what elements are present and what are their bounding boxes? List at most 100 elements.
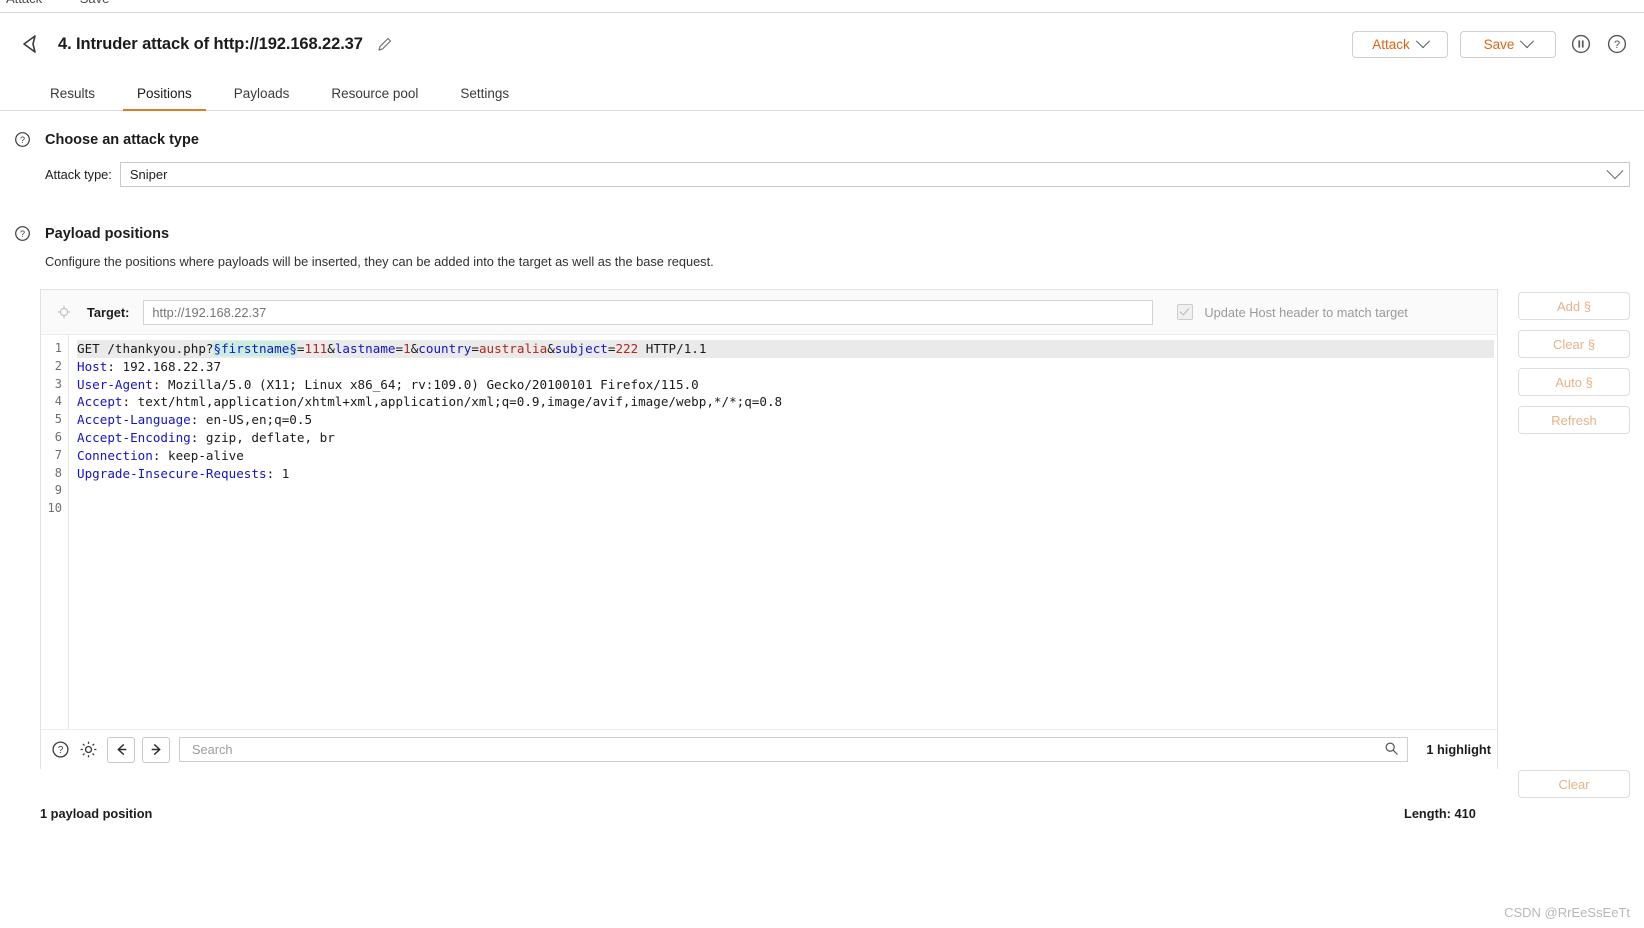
search-previous-button[interactable] bbox=[107, 736, 135, 763]
chevron-down-icon bbox=[1606, 161, 1624, 179]
code-line: GET /thankyou.php?§firstname§ = 111&lastna… bbox=[77, 340, 1494, 358]
pause-circle-icon[interactable] bbox=[1570, 33, 1592, 55]
update-host-header-label: Update Host header to match target bbox=[1204, 304, 1408, 320]
attack-button[interactable]: Attack bbox=[1352, 30, 1448, 58]
pencil-icon[interactable] bbox=[376, 36, 393, 53]
footer-row: 1 payload position Length: 410 bbox=[0, 798, 1644, 821]
chevron-down-icon bbox=[1520, 34, 1535, 49]
help-circle-icon[interactable]: ? bbox=[1606, 33, 1628, 55]
help-circle-icon[interactable]: ? bbox=[14, 131, 31, 148]
line-number: 2 bbox=[54, 358, 62, 373]
code-text: = bbox=[471, 341, 479, 356]
add-section-button[interactable]: Add § bbox=[1518, 292, 1630, 320]
tab-resource-pool[interactable]: Resource pool bbox=[317, 86, 432, 110]
tab-settings[interactable]: Settings bbox=[446, 86, 523, 110]
http-header-name: Accept-Language bbox=[77, 412, 191, 428]
refresh-button[interactable]: Refresh bbox=[1518, 406, 1630, 434]
http-header-name: Host bbox=[77, 358, 108, 374]
search-next-button[interactable] bbox=[142, 736, 170, 763]
attack-type-section-header: ? Choose an attack type bbox=[0, 111, 1644, 148]
page-title: 4. Intruder attack of http://192.168.22.… bbox=[58, 34, 363, 53]
code-line: Host: 192.168.22.37 bbox=[77, 358, 1497, 376]
attack-type-row: Attack type: Sniper bbox=[0, 148, 1644, 187]
code-line: Accept-Encoding: gzip, deflate, br bbox=[77, 429, 1497, 447]
line-number: 4 bbox=[54, 394, 62, 409]
attack-type-heading: Choose an attack type bbox=[45, 131, 199, 148]
http-header-name: subject bbox=[554, 341, 608, 356]
code-text: : text/html,application/xhtml+xml,applic… bbox=[122, 394, 783, 410]
editor-toolbar: ? Search 1 highlight bbox=[41, 729, 1497, 769]
gear-icon[interactable] bbox=[79, 740, 98, 759]
code-text: : keep-alive bbox=[152, 447, 244, 463]
attack-button-label: Attack bbox=[1372, 36, 1410, 52]
editor-area: Target: Update Host header to match targ… bbox=[0, 289, 1644, 798]
save-button[interactable]: Save bbox=[1460, 30, 1556, 58]
search-box[interactable] bbox=[179, 737, 1409, 762]
svg-text:?: ? bbox=[1614, 39, 1620, 51]
payload-positions-section-header: ? Payload positions bbox=[0, 187, 1644, 242]
code-line: Connection: keep-alive bbox=[77, 447, 1497, 465]
http-header-name: lastname bbox=[334, 341, 396, 356]
save-button-label: Save bbox=[1483, 36, 1515, 52]
help-circle-icon[interactable]: ? bbox=[14, 225, 31, 242]
magnifier-icon[interactable] bbox=[1384, 741, 1399, 759]
back-arrow-icon[interactable] bbox=[18, 31, 44, 57]
payload-position-marker: §firstname§ bbox=[213, 341, 297, 356]
line-number: 10 bbox=[47, 501, 62, 516]
code-line: User-Agent: Mozilla/5.0 (X11; Linux x86_… bbox=[77, 376, 1497, 394]
param-value: 222 bbox=[615, 341, 639, 356]
code-text: GET /thankyou.php? bbox=[77, 341, 214, 356]
tab-results[interactable]: Results bbox=[36, 86, 109, 110]
clipped-attack-label: Attack bbox=[6, 0, 42, 6]
attack-type-value: Sniper bbox=[129, 167, 168, 182]
code-text: : gzip, deflate, br bbox=[190, 429, 335, 445]
code-text: = bbox=[395, 341, 404, 356]
svg-text:?: ? bbox=[20, 135, 25, 145]
param-value: 1 bbox=[403, 341, 411, 356]
code-text: : 1 bbox=[266, 465, 290, 481]
request-length: Length: 410 bbox=[1404, 806, 1476, 821]
code-text: : en-US,en;q=0.5 bbox=[190, 412, 313, 428]
attack-type-label: Attack type: bbox=[45, 167, 112, 182]
clear-search-button[interactable]: Clear bbox=[1518, 770, 1630, 798]
code-line: Accept-Language: en-US,en;q=0.5 bbox=[77, 411, 1497, 429]
watermark: CSDN @RrEeSsEeTt bbox=[1504, 905, 1630, 920]
line-number: 1 bbox=[54, 341, 62, 355]
auto-section-button[interactable]: Auto § bbox=[1518, 368, 1630, 396]
line-number: 6 bbox=[54, 429, 62, 444]
param-value: 111 bbox=[304, 341, 328, 356]
tab-bar: Results Positions Payloads Resource pool… bbox=[0, 75, 1644, 111]
svg-text:?: ? bbox=[20, 229, 25, 239]
target-label: Target: bbox=[87, 304, 130, 320]
line-number: 5 bbox=[54, 412, 62, 427]
param-value: australia bbox=[478, 341, 548, 356]
update-host-header-checkbox-group[interactable]: Update Host header to match target bbox=[1177, 304, 1408, 320]
code-text: & bbox=[327, 341, 335, 356]
http-header-name: Accept-Encoding bbox=[77, 429, 191, 445]
tab-positions[interactable]: Positions bbox=[123, 86, 206, 111]
clipped-save-label: Save bbox=[80, 0, 110, 6]
http-header-name: Connection bbox=[77, 447, 153, 463]
line-number: 3 bbox=[54, 376, 62, 391]
target-input[interactable] bbox=[143, 299, 1154, 325]
code-line: Upgrade-Insecure-Requests: 1 bbox=[77, 465, 1497, 483]
target-row: Target: Update Host header to match targ… bbox=[41, 290, 1497, 334]
code-text: HTTP/1.1 bbox=[638, 341, 707, 356]
attack-type-select[interactable]: Sniper bbox=[119, 161, 1630, 187]
update-host-header-checkbox[interactable] bbox=[1177, 304, 1194, 320]
http-header-name: User-Agent bbox=[77, 376, 153, 392]
target-crosshair-icon bbox=[57, 305, 71, 319]
line-number: 9 bbox=[54, 483, 62, 498]
code-text: : Mozilla/5.0 (X11; Linux x86_64; rv:109… bbox=[152, 376, 699, 392]
payload-positions-heading: Payload positions bbox=[45, 225, 170, 242]
code-line: Accept: text/html,application/xhtml+xml,… bbox=[77, 393, 1497, 411]
tab-payloads[interactable]: Payloads bbox=[220, 86, 304, 110]
code-text: : 192.168.22.37 bbox=[107, 358, 222, 374]
clear-section-button[interactable]: Clear § bbox=[1518, 330, 1630, 358]
help-circle-icon[interactable]: ? bbox=[51, 740, 70, 759]
search-input[interactable] bbox=[190, 741, 1385, 758]
line-number: 7 bbox=[54, 447, 62, 462]
request-code-text[interactable]: GET /thankyou.php?§firstname§ = 111&lastna… bbox=[68, 335, 1497, 729]
